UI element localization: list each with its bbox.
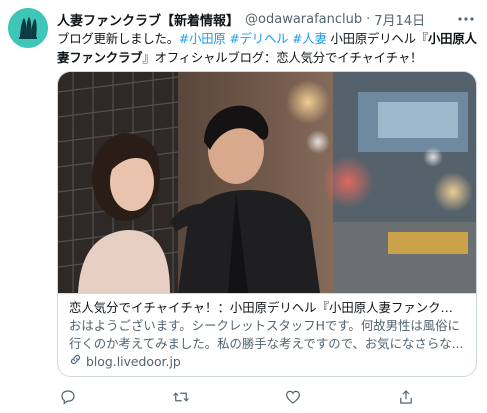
retweet-icon[interactable] bbox=[170, 386, 192, 408]
tweet-text-mid: 小田原デリヘル『 bbox=[330, 31, 428, 46]
card-meta[interactable]: 恋人気分でイチャイチャ！：小田原デリヘル『小田原人妻ファンクラブ』オフィシャルブ… bbox=[58, 293, 476, 376]
hashtag-odawara[interactable]: #小田原 bbox=[179, 31, 226, 46]
reply-icon[interactable] bbox=[57, 386, 79, 408]
card-title[interactable]: 恋人気分でイチャイチャ！：小田原デリヘル『小田原人妻ファンクラブ』オフィシャルブ… bbox=[69, 299, 465, 317]
tweet-date[interactable]: 7月14日 bbox=[374, 10, 425, 29]
share-icon[interactable] bbox=[395, 386, 417, 408]
hashtag-deliheru[interactable]: #デリヘル bbox=[229, 31, 288, 46]
link-card[interactable]: 恋人気分でイチャイチャ！：小田原デリヘル『小田原人妻ファンクラブ』オフィシャルブ… bbox=[57, 71, 477, 377]
card-image[interactable] bbox=[58, 72, 476, 293]
tweet-text: ブログ更新しました。#小田原 #デリヘル #人妻 小田原デリヘル『小田原人妻ファ… bbox=[57, 29, 482, 67]
avatar[interactable] bbox=[8, 8, 48, 48]
tweet-text-tail: 』オフィシャルブログ：恋人気分でイチャイチャ！ bbox=[142, 50, 423, 65]
card-domain-text: blog.livedoor.jp bbox=[86, 354, 181, 369]
more-icon[interactable] bbox=[455, 8, 477, 30]
tweet-header: 人妻ファンクラブ【新着情報】 @odawarafanclub · 7月14日 bbox=[57, 9, 457, 29]
separator-dot: · bbox=[366, 11, 371, 27]
display-name[interactable]: 人妻ファンクラブ【新着情報】 bbox=[57, 10, 239, 29]
card-domain[interactable]: blog.livedoor.jp bbox=[69, 353, 465, 371]
card-description-line1: おはようございます。シークレットスタッフHです。何故男性は風俗に bbox=[69, 318, 460, 333]
tweet-text-lead: ブログ更新しました。 bbox=[57, 31, 179, 46]
link-icon bbox=[69, 353, 82, 371]
action-bar bbox=[57, 386, 417, 408]
hashtag-hitozuma[interactable]: #人妻 bbox=[292, 31, 327, 46]
card-description-line2: 行くのか考えてみました。私の勝手な考えですので、お気になさらな... bbox=[69, 336, 464, 351]
like-icon[interactable] bbox=[282, 386, 304, 408]
tweet[interactable]: 人妻ファンクラブ【新着情報】 @odawarafanclub · 7月14日 ブ… bbox=[0, 0, 487, 413]
user-handle[interactable]: @odawarafanclub bbox=[245, 12, 362, 27]
